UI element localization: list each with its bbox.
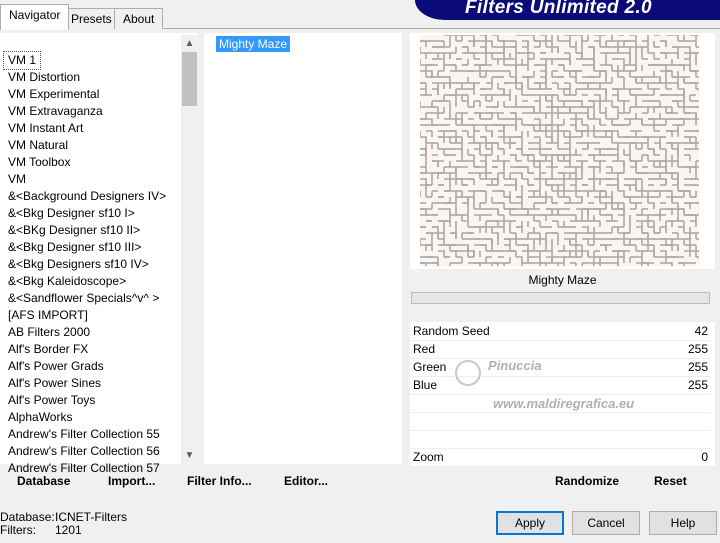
randomize-button[interactable]: Randomize: [555, 474, 619, 488]
category-item[interactable]: Andrew's Filter Collection 55: [8, 426, 160, 443]
param-value: 0: [701, 450, 708, 464]
param-empty-row: [410, 431, 710, 449]
category-item[interactable]: &<Sandflower Specials^v^ >: [8, 290, 159, 307]
category-item[interactable]: VM: [8, 171, 26, 188]
category-item[interactable]: &<Bkg Kaleidoscope>: [8, 273, 126, 290]
param-label: Red: [413, 342, 436, 356]
watermark-logo-icon: [455, 360, 481, 386]
category-item[interactable]: Alf's Border FX: [8, 341, 88, 358]
param-label: Zoom: [413, 450, 444, 464]
category-item[interactable]: VM Distortion: [8, 69, 80, 86]
param-label: Blue: [413, 378, 438, 392]
filter-info-button[interactable]: Filter Info...: [187, 474, 252, 488]
cancel-button[interactable]: Cancel: [572, 511, 640, 535]
apply-button[interactable]: Apply: [496, 511, 564, 535]
category-item[interactable]: Alf's Power Toys: [8, 392, 95, 409]
param-red[interactable]: Red 255: [410, 341, 710, 359]
category-item[interactable]: &<Bkg Designer sf10 I>: [8, 205, 135, 222]
status-filters-label: Filters:: [0, 523, 36, 537]
status-filters: Filters: 1201: [0, 523, 82, 537]
tab-presets[interactable]: Presets: [62, 8, 121, 29]
editor-button[interactable]: Editor...: [284, 474, 328, 488]
param-value: 255: [687, 378, 708, 392]
banner-title: Filters Unlimited 2.0: [465, 0, 652, 18]
category-item[interactable]: &<Bkg Designer sf10 III>: [8, 239, 141, 256]
filter-item-mighty-maze[interactable]: Mighty Maze: [216, 36, 291, 52]
database-button[interactable]: Database: [17, 474, 70, 488]
param-label: Random Seed: [413, 324, 490, 338]
status-filters-value: 1201: [55, 523, 82, 537]
param-label: Green: [413, 360, 447, 374]
tab-about[interactable]: About: [114, 8, 164, 29]
category-item[interactable]: VM Extravaganza: [8, 103, 103, 120]
status-database-label: Database:: [0, 510, 55, 524]
param-empty-row: [410, 413, 710, 431]
category-item[interactable]: Alf's Power Grads: [8, 358, 104, 375]
category-item[interactable]: Alf's Power Sines: [8, 375, 101, 392]
progress-bar: [411, 292, 710, 304]
category-item[interactable]: AB Filters 2000: [8, 324, 90, 341]
scroll-down-icon[interactable]: ▼: [181, 447, 198, 464]
category-item[interactable]: Andrew's Filter Collection 56: [8, 443, 160, 460]
category-item[interactable]: VM Instant Art: [8, 120, 83, 137]
tab-navigator[interactable]: Navigator: [0, 4, 70, 30]
reset-button[interactable]: Reset: [654, 474, 687, 488]
param-value: 255: [687, 342, 708, 356]
import-button[interactable]: Import...: [108, 474, 155, 488]
category-item[interactable]: AlphaWorks: [8, 409, 72, 426]
scrollbar-thumb[interactable]: [182, 52, 197, 106]
param-zoom[interactable]: Zoom 0: [410, 449, 710, 467]
status-database-value: ICNET-Filters: [55, 510, 127, 524]
watermark-url: www.maldiregrafica.eu: [493, 396, 635, 411]
category-item[interactable]: [AFS IMPORT]: [8, 307, 88, 324]
param-random-seed[interactable]: Random Seed 42: [410, 323, 710, 341]
watermark-name: Pinuccia: [488, 358, 542, 373]
category-item[interactable]: &<Background Designers IV>: [8, 188, 166, 205]
category-item[interactable]: &<BKg Designer sf10 II>: [8, 222, 140, 239]
status-database: Database: ICNET-Filters: [0, 510, 127, 524]
category-item[interactable]: &<Bkg Designers sf10 IV>: [8, 256, 149, 273]
category-item[interactable]: VM Experimental: [8, 86, 99, 103]
param-value: 255: [687, 360, 708, 374]
category-item[interactable]: VM 1: [2, 51, 42, 70]
category-item[interactable]: VM Natural: [8, 137, 68, 154]
category-item[interactable]: VM Toolbox: [8, 154, 70, 171]
maze-preview-image: [420, 35, 699, 266]
filter-list[interactable]: [204, 33, 402, 464]
preview-filter-name: Mighty Maze: [410, 269, 715, 291]
help-button[interactable]: Help: [649, 511, 717, 535]
param-blue[interactable]: Blue 255: [410, 377, 710, 395]
param-value: 42: [694, 324, 708, 338]
scroll-up-icon[interactable]: ▲: [181, 35, 198, 52]
